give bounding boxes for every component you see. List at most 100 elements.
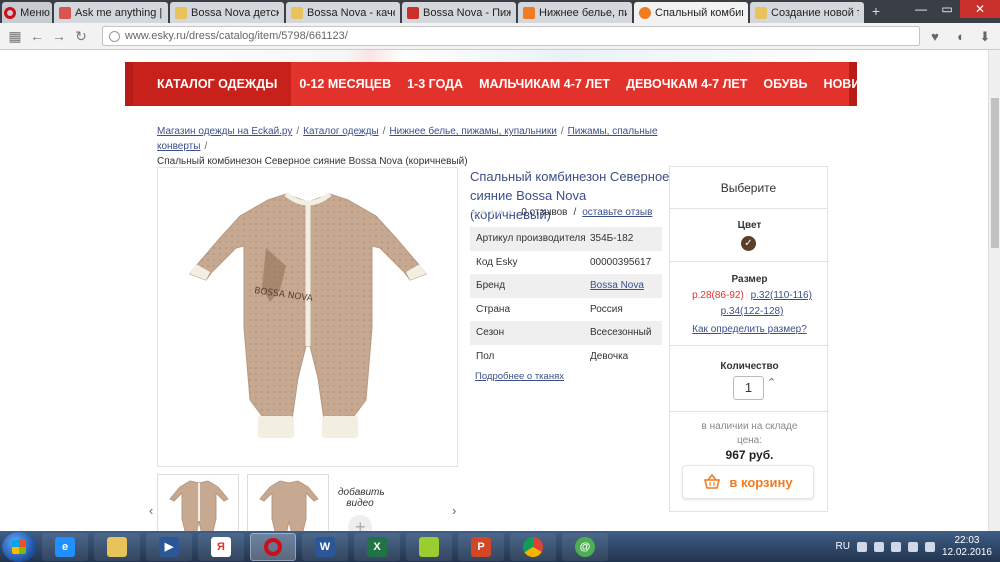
browser-tab[interactable]: Bossa Nova - Пижам [402, 2, 516, 23]
taskbar-ie[interactable]: e [42, 532, 88, 561]
property-label: Пол [476, 350, 495, 362]
close-window-icon[interactable]: ✕ [960, 0, 1000, 18]
fabric-info-link[interactable]: Подробнее о тканях [475, 371, 564, 382]
taskbar-mailru[interactable]: @ [562, 532, 608, 561]
nav-1-3-years[interactable]: 1-3 ГОДА [399, 62, 471, 106]
network-icon[interactable] [907, 541, 918, 552]
windows-taskbar: e ▶ Я W X P @ RU 22:03 12.02.2016 [0, 531, 1000, 562]
property-label: Бренд [470, 274, 590, 298]
thumbnail-front[interactable] [157, 474, 239, 531]
language-indicator[interactable]: RU [835, 541, 849, 552]
globe-icon [109, 30, 120, 42]
tab-title: Bossa Nova - Пижам [423, 6, 511, 19]
grid-icon[interactable]: ▦ [4, 28, 26, 45]
maximize-icon[interactable]: ▭ [934, 0, 960, 18]
breadcrumb-link[interactable]: Нижнее белье, пижамы, купальники [389, 126, 556, 137]
heart-icon[interactable]: ♥ [927, 29, 943, 45]
stash-icon[interactable]: ◐ [953, 29, 969, 45]
tray-icon[interactable] [856, 541, 867, 552]
leave-review-link[interactable]: оставьте отзыв [582, 207, 652, 218]
divider [670, 411, 829, 412]
url-field[interactable]: www.esky.ru/dress/catalog/item/5798/6611… [102, 26, 920, 46]
tab-title: Создание новой те [771, 6, 859, 19]
browser-tab[interactable]: Bossa Nova детский [170, 2, 284, 23]
breadcrumb-link[interactable]: Каталог одежды [303, 126, 378, 137]
add-video-label: добавить видео [338, 487, 385, 509]
vertical-scrollbar[interactable] [988, 50, 1000, 531]
taskbar-word[interactable]: W [302, 532, 348, 561]
size-help-link[interactable]: Как определить размер? [670, 324, 829, 335]
new-tab-button[interactable]: + [868, 4, 884, 20]
size-option[interactable]: р.34(122-128) [721, 306, 784, 317]
taskbar-yandex[interactable]: Я [198, 532, 244, 561]
nav-catalog[interactable]: КАТАЛОГ ОДЕЖДЫ [133, 62, 292, 106]
download-icon[interactable]: ⬇ [977, 29, 993, 45]
reload-icon[interactable]: ↻ [70, 28, 92, 45]
size-option[interactable]: р.32(110-116) [751, 290, 812, 301]
browser-tab-active[interactable]: Спальный комбин [634, 2, 748, 23]
taskbar-paint[interactable] [406, 532, 452, 561]
product-main-image[interactable]: BOSSA NOVA [157, 167, 458, 467]
browser-tab[interactable]: Нижнее белье, пиж [518, 2, 632, 23]
taskbar-explorer[interactable] [94, 532, 140, 561]
nav-0-12-months[interactable]: 0-12 МЕСЯЦЕВ [291, 62, 399, 106]
nav-ribbon-left [125, 62, 133, 106]
scrollbar-thumb[interactable] [991, 98, 999, 248]
tray-icon[interactable] [873, 541, 884, 552]
tray-icon[interactable] [890, 541, 901, 552]
taskbar-opera[interactable] [250, 532, 296, 561]
back-icon[interactable]: ← [26, 28, 48, 44]
tab-title: Нижнее белье, пиж [539, 6, 627, 19]
taskbar-excel[interactable]: X [354, 532, 400, 561]
chevron-right-icon[interactable]: › [452, 503, 456, 518]
nav-shoes[interactable]: ОБУВЬ [755, 62, 815, 106]
tab-favicon-icon [407, 6, 419, 19]
chevron-left-icon[interactable]: ‹ [149, 503, 153, 518]
quantity-label: Количество [720, 361, 779, 372]
browser-tab[interactable]: Ask me anything | a [54, 2, 168, 23]
breadcrumb-link[interactable]: Магазин одежды на Еckай.ру [157, 126, 292, 137]
taskbar-powerpoint[interactable]: P [458, 532, 504, 561]
excel-icon: X [367, 536, 387, 557]
start-button[interactable] [2, 531, 36, 562]
quantity-input[interactable]: 1 [733, 376, 764, 400]
add-to-cart-button[interactable]: в корзину [682, 465, 814, 499]
property-label: Страна [476, 303, 511, 315]
tab-favicon-icon [639, 6, 651, 19]
forward-icon[interactable]: → [48, 28, 70, 44]
property-row: Страна Россия [470, 298, 662, 322]
yandex-icon: Я [211, 536, 231, 557]
browser-tab[interactable]: Создание новой те [750, 2, 864, 23]
nav-new[interactable]: НОВИНКИ [816, 62, 894, 106]
nav-boys[interactable]: МАЛЬЧИКАМ 4-7 ЛЕТ [471, 62, 618, 106]
media-player-icon: ▶ [159, 536, 179, 557]
taskbar-chrome[interactable] [510, 532, 556, 561]
divider [670, 261, 829, 262]
clock-date: 12.02.2016 [941, 546, 992, 558]
property-value: Девочка [590, 350, 629, 362]
color-swatch-brown[interactable]: ✓ [741, 236, 756, 251]
minimize-icon[interactable]: — [908, 0, 934, 18]
tab-favicon-icon [291, 6, 303, 19]
size-label: Размер [731, 274, 768, 285]
chevron-up-icon[interactable]: ⌃ [767, 376, 776, 389]
thumbnail-back[interactable] [247, 474, 329, 531]
volume-icon[interactable] [924, 541, 935, 552]
add-video[interactable]: добавить видео + [338, 487, 385, 531]
menu-label: Меню [20, 6, 50, 19]
opera-menu-button[interactable]: Меню [2, 2, 52, 23]
property-row: Пол Девочка [470, 345, 662, 369]
clock[interactable]: 22:03 12.02.2016 [942, 535, 992, 559]
nav-girls[interactable]: ДЕВОЧКАМ 4-7 ЛЕТ [618, 62, 755, 106]
product-properties: Артикул производителя 354Б-182 Код Esky 00… [470, 227, 662, 368]
thumbnail-image [169, 480, 229, 531]
word-icon: W [315, 536, 335, 557]
browser-tab[interactable]: Bossa Nova - качес [286, 2, 400, 23]
clock-time: 22:03 [954, 534, 980, 546]
property-value: Россия [590, 303, 623, 315]
reviews-line: ★★★★★ 0 отзывов / оставьте отзыв [470, 207, 652, 218]
size-option[interactable]: р.28(86-92) [692, 290, 744, 301]
brand-link[interactable]: Bossa Nova [590, 280, 644, 291]
url-text: www.esky.ru/dress/catalog/item/5798/6611… [125, 30, 348, 42]
taskbar-media[interactable]: ▶ [146, 532, 192, 561]
